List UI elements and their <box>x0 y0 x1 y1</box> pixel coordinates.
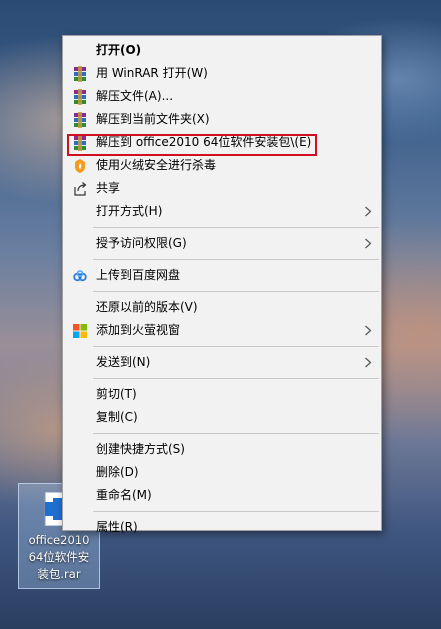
menu-item-open-with-winrar[interactable]: 用 WinRAR 打开(W) <box>63 62 381 85</box>
menu-item-properties[interactable]: 属性(R) <box>63 516 381 539</box>
winrar-icon <box>74 112 86 128</box>
menu-item-label: 共享 <box>96 181 121 195</box>
menu-separator <box>93 259 379 260</box>
menu-item-label: 发送到(N) <box>96 355 151 369</box>
menu-separator <box>93 346 379 347</box>
menu-separator <box>93 291 379 292</box>
menu-item-open-with[interactable]: 打开方式(H) <box>63 200 381 223</box>
menu-item-huorong-scan[interactable]: 使用火绒安全进行杀毒 <box>63 154 381 177</box>
menu-item-label: 打开(O) <box>96 43 142 57</box>
huorong-icon <box>75 159 85 173</box>
menu-item-cut[interactable]: 剪切(T) <box>63 383 381 406</box>
menu-item-label: 还原以前的版本(V) <box>96 300 198 314</box>
menu-item-open[interactable]: 打开(O) <box>63 39 381 62</box>
menu-item-grant-access[interactable]: 授予访问权限(G) <box>63 232 381 255</box>
menu-item-create-shortcut[interactable]: 创建快捷方式(S) <box>63 438 381 461</box>
chevron-right-icon <box>365 325 372 336</box>
menu-item-upload-baidu[interactable]: 上传到百度网盘 <box>63 264 381 287</box>
menu-item-label: 复制(C) <box>96 410 138 424</box>
menu-item-label: 打开方式(H) <box>96 204 163 218</box>
menu-item-delete[interactable]: 删除(D) <box>63 461 381 484</box>
menu-item-label: 授予访问权限(G) <box>96 236 187 250</box>
menu-item-share[interactable]: 共享 <box>63 177 381 200</box>
menu-item-rename[interactable]: 重命名(M) <box>63 484 381 507</box>
menu-item-label: 删除(D) <box>96 465 139 479</box>
menu-item-label: 解压到当前文件夹(X) <box>96 112 210 126</box>
share-icon <box>74 182 87 196</box>
menu-item-send-to[interactable]: 发送到(N) <box>63 351 381 374</box>
menu-item-label: 用 WinRAR 打开(W) <box>96 66 208 80</box>
menu-item-label: 创建快捷方式(S) <box>96 442 185 456</box>
windows-tiles-icon <box>73 324 87 338</box>
menu-separator <box>93 378 379 379</box>
winrar-icon <box>74 66 86 82</box>
menu-item-label: 添加到火萤视窗 <box>96 323 181 337</box>
menu-item-extract-files[interactable]: 解压文件(A)... <box>63 85 381 108</box>
menu-separator <box>93 511 379 512</box>
menu-separator <box>93 227 379 228</box>
chevron-right-icon <box>365 206 372 217</box>
menu-item-label: 剪切(T) <box>96 387 137 401</box>
context-menu: 打开(O) 用 WinRAR 打开(W) 解压文件(A)... 解压到当前文件夹… <box>62 35 382 534</box>
winrar-icon <box>74 89 86 105</box>
menu-item-label: 使用火绒安全进行杀毒 <box>96 158 217 172</box>
menu-item-label: 解压到 office2010 64位软件安装包\(E) <box>96 135 312 149</box>
chevron-right-icon <box>365 238 372 249</box>
menu-separator <box>93 433 379 434</box>
menu-item-extract-here[interactable]: 解压到当前文件夹(X) <box>63 108 381 131</box>
chevron-right-icon <box>365 357 372 368</box>
menu-item-add-to-window[interactable]: 添加到火萤视窗 <box>63 319 381 342</box>
menu-item-label: 重命名(M) <box>96 488 152 502</box>
menu-item-label: 解压文件(A)... <box>96 89 174 103</box>
winrar-icon <box>74 135 86 151</box>
menu-item-extract-to-folder[interactable]: 解压到 office2010 64位软件安装包\(E) <box>63 131 381 154</box>
desktop-file-label: office2010 64位软件安 装包.rar <box>28 533 90 581</box>
baidu-netdisk-icon <box>73 270 87 282</box>
menu-item-label: 属性(R) <box>96 520 138 534</box>
menu-item-copy[interactable]: 复制(C) <box>63 406 381 429</box>
menu-item-label: 上传到百度网盘 <box>96 268 181 282</box>
menu-item-restore-previous[interactable]: 还原以前的版本(V) <box>63 296 381 319</box>
